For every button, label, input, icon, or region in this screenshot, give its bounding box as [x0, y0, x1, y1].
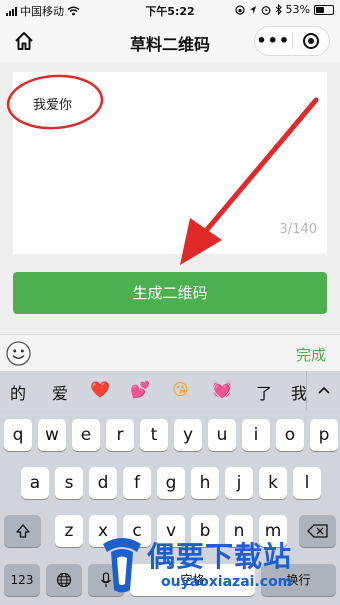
candidate-item[interactable]: 😘 — [172, 380, 189, 399]
key[interactable]: u — [208, 419, 236, 451]
candidate-bar: 的 爱 ❤️ 💕 😘 💓 了 我 — [0, 371, 340, 410]
key[interactable]: p — [310, 419, 338, 451]
bluetooth-icon — [275, 4, 282, 15]
watermark-url: ouyaoxiazai.com — [161, 574, 293, 590]
candidate-item[interactable]: 💓 — [212, 380, 232, 399]
key[interactable]: h — [191, 467, 219, 499]
alarm-icon — [261, 5, 270, 15]
battery-fill — [316, 6, 325, 13]
menu-capsule: ••• — [254, 26, 330, 56]
shift-icon — [15, 524, 30, 538]
battery-icon — [314, 4, 334, 15]
key[interactable]: o — [276, 419, 304, 451]
key[interactable]: k — [259, 467, 287, 499]
emoji-icon[interactable] — [6, 341, 31, 366]
key[interactable]: e — [72, 419, 100, 451]
candidate-item[interactable]: ❤️ — [90, 380, 110, 399]
annotation-circle — [6, 74, 104, 130]
watermark: 偶要下载站 ouyaoxiazai.com — [95, 530, 340, 605]
keyboard-toolbar: 完成 — [0, 334, 340, 371]
key[interactable]: q — [4, 419, 32, 451]
chevron-up-icon — [317, 386, 330, 394]
expand-candidates-button[interactable] — [306, 371, 340, 410]
key[interactable]: g — [157, 467, 185, 499]
globe-key[interactable] — [46, 564, 82, 596]
key[interactable]: t — [140, 419, 168, 451]
nav-bar: 草料二维码 ••• — [0, 20, 340, 62]
globe-icon — [56, 572, 72, 588]
key[interactable]: r — [106, 419, 134, 451]
candidate-item[interactable]: 的 — [10, 380, 26, 404]
more-button[interactable]: ••• — [255, 27, 292, 55]
key[interactable]: a — [21, 467, 49, 499]
generate-qr-button[interactable]: 生成二维码 — [13, 272, 327, 314]
status-right: 53% — [234, 3, 334, 16]
candidate-item[interactable]: 我 — [291, 380, 307, 404]
key[interactable]: l — [293, 467, 321, 499]
candidate-item[interactable]: 爱 — [52, 380, 68, 404]
candidate-item[interactable]: 了 — [256, 380, 272, 404]
char-counter: 3/140 — [279, 222, 317, 237]
key[interactable]: y — [174, 419, 202, 451]
key[interactable]: z — [55, 515, 83, 547]
status-bar: 中国移动 下午5:22 53% — [0, 0, 340, 20]
watermark-text: 偶要下载站 — [147, 540, 293, 573]
location-icon — [249, 5, 256, 14]
key[interactable]: w — [38, 419, 66, 451]
key[interactable]: i — [242, 419, 270, 451]
battery-percent: 53% — [285, 3, 310, 16]
key[interactable]: f — [123, 467, 151, 499]
key[interactable]: s — [55, 467, 83, 499]
key[interactable]: j — [225, 467, 253, 499]
done-button[interactable]: 完成 — [296, 344, 326, 365]
watermark-logo — [103, 538, 141, 593]
close-button[interactable] — [292, 32, 329, 50]
shift-key[interactable] — [4, 515, 41, 547]
candidate-item[interactable]: 💕 — [130, 380, 150, 399]
orientation-lock-icon — [234, 4, 245, 15]
key[interactable]: d — [89, 467, 117, 499]
close-target-icon — [302, 33, 319, 49]
numbers-key[interactable]: 123 — [4, 564, 40, 596]
